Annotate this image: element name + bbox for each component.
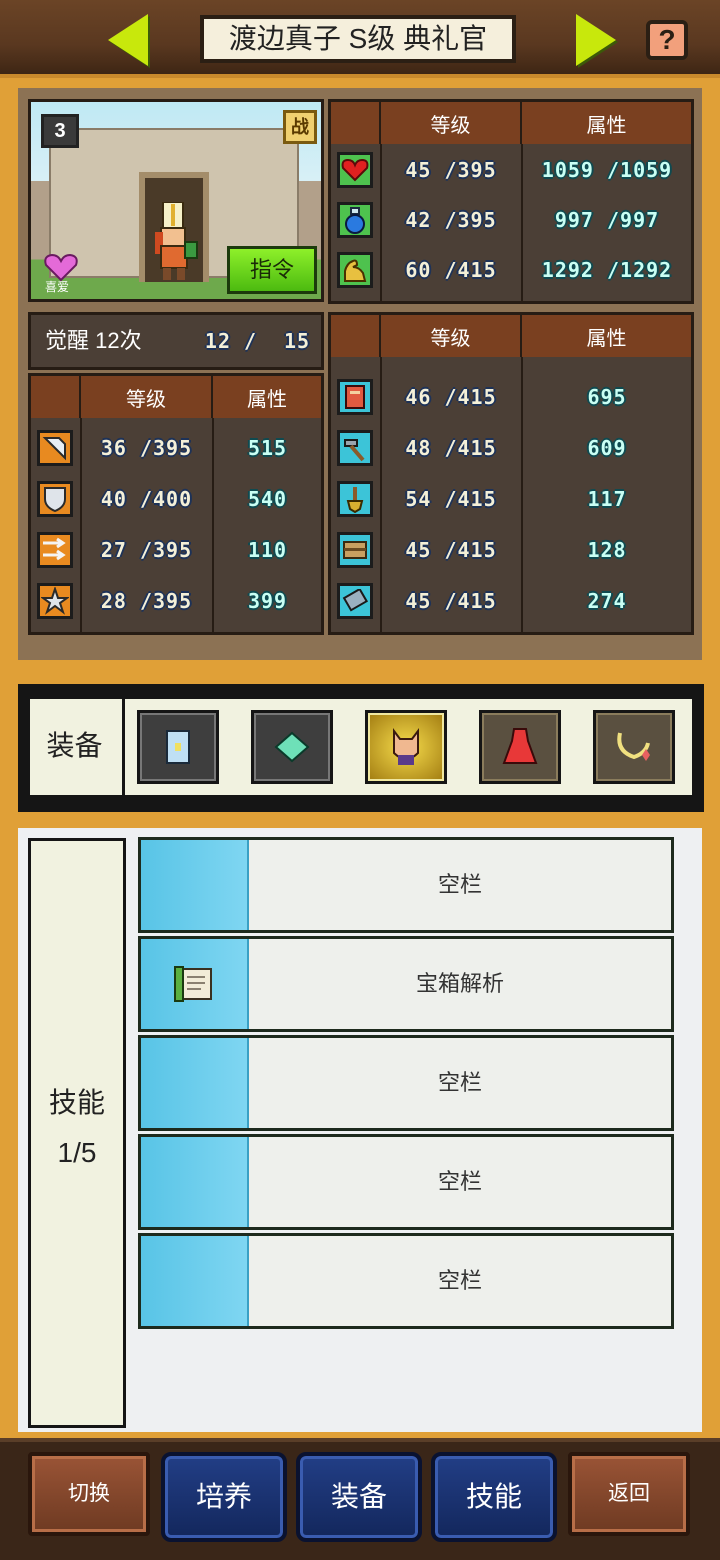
skill-name: 宝箱解析 [415, 971, 504, 996]
dress-item-icon [502, 728, 538, 764]
level-header: 等级 [81, 376, 213, 418]
stat-level: 45 /415 [405, 589, 497, 613]
stat-value: 1059 /1059 [541, 158, 673, 182]
skill-name: 空栏 [437, 1268, 482, 1293]
chest-icon [337, 532, 373, 568]
equip-slot-2[interactable] [251, 710, 333, 784]
skill-slot-1[interactable]: 空栏 [138, 837, 674, 933]
stat-value: 997 /997 [554, 208, 660, 232]
skill-icon-area [141, 840, 249, 930]
potion-icon [337, 202, 373, 238]
skill-button[interactable]: 技能 [431, 1452, 557, 1542]
level-header: 等级 [381, 315, 522, 357]
stat-value: 515 [247, 436, 288, 460]
back-button[interactable]: 返回 [568, 1452, 690, 1536]
skills-label: 技能 1/5 [28, 1078, 126, 1178]
skill-icon-area [141, 939, 249, 1029]
stat-level: 28 /395 [100, 589, 193, 613]
skill-name: 空栏 [437, 1169, 482, 1194]
speed-arrows-icon [37, 532, 73, 568]
skill-icon-area [141, 1137, 249, 1227]
gem-item-icon [274, 731, 310, 763]
equip-slot-1[interactable] [137, 710, 219, 784]
switch-button[interactable]: 切换 [28, 1452, 150, 1536]
stat-level: 42 /395 [405, 208, 497, 232]
command-button[interactable]: 指令 [227, 246, 317, 294]
favor-label: 喜爱 [45, 280, 70, 294]
equipment-label: 装备 [27, 696, 125, 798]
book-item-icon [166, 730, 190, 764]
hammer-icon [337, 430, 373, 466]
skills-count: 1/5 [57, 1137, 97, 1168]
stat-value: 695 [587, 385, 627, 409]
skill-slot-3[interactable]: 空栏 [138, 1035, 674, 1131]
work-stats-panel: 等级 属性 46 /415 695 48 /415 609 54 /415 11… [328, 312, 694, 635]
skill-slot-4[interactable]: 空栏 [138, 1134, 674, 1230]
next-character-arrow-icon[interactable] [576, 14, 616, 66]
stat-level: 45 /415 [405, 538, 497, 562]
stat-value: 110 [247, 538, 288, 562]
prev-character-arrow-icon[interactable] [108, 14, 148, 66]
necklace-item-icon [617, 732, 650, 761]
skill-slot-2[interactable]: 宝箱解析 [138, 936, 674, 1032]
stat-value: 399 [247, 589, 288, 613]
shovel-icon [337, 481, 373, 517]
skills-title: 技能 [48, 1087, 105, 1118]
stat-level: 36 /395 [100, 436, 193, 460]
star-icon [37, 583, 73, 619]
bicep-icon [337, 252, 373, 288]
stat-value: 117 [587, 487, 627, 511]
equip-slot-4[interactable] [479, 710, 561, 784]
awaken-max: 15 [283, 329, 311, 353]
attribute-header: 属性 [522, 102, 691, 144]
character-portrait: 3 战 喜爱 指令 [28, 99, 324, 302]
skill-icon-area [141, 1038, 249, 1128]
stat-value: 540 [247, 487, 288, 511]
help-button[interactable]: ? [646, 20, 688, 60]
skill-name: 空栏 [437, 1070, 482, 1095]
stat-level: 45 /395 [405, 158, 497, 182]
character-title: 渡边真子 S级 典礼官 [200, 15, 516, 63]
stat-value: 274 [587, 589, 627, 613]
shield-icon [37, 481, 73, 517]
attribute-header: 属性 [213, 376, 321, 418]
train-button[interactable]: 培养 [161, 1452, 287, 1542]
mask-item-icon [393, 728, 419, 765]
stat-level: 40 /400 [100, 487, 193, 511]
stat-level: 46 /415 [405, 385, 497, 409]
scroll-icon [337, 583, 373, 619]
awaken-panel: 觉醒 12次 12 / 15 [28, 312, 324, 370]
battle-badge: 战 [283, 110, 317, 144]
awaken-count: 12 / [204, 329, 258, 353]
stat-value: 1292 /1292 [541, 258, 673, 282]
skill-slot-5[interactable]: 空栏 [138, 1233, 674, 1329]
book-icon [337, 379, 373, 415]
equip-button[interactable]: 装备 [296, 1452, 422, 1542]
stat-level: 48 /415 [405, 436, 497, 460]
level-header: 等级 [381, 102, 522, 144]
combat-stats-panel: 等级 属性 36 /395 515 40 /400 540 27 /395 11… [28, 373, 324, 635]
stat-value: 128 [587, 538, 627, 562]
equip-slot-5[interactable] [593, 710, 675, 784]
stat-level: 54 /415 [405, 487, 497, 511]
vital-stats-panel: 等级 属性 45 /395 1059 /1059 42 /395 997 /99… [328, 99, 694, 304]
sword-icon [37, 430, 73, 466]
heart-icon [337, 152, 373, 188]
skill-name: 空栏 [437, 872, 482, 897]
rank-badge: 3 [41, 114, 79, 148]
character-sprite [155, 202, 198, 280]
equip-slot-3[interactable] [365, 710, 447, 784]
attribute-header: 属性 [522, 315, 691, 357]
stat-level: 60 /415 [405, 258, 497, 282]
skill-scroll-icon [174, 966, 212, 1002]
stat-value: 609 [587, 436, 627, 460]
stat-level: 27 /395 [100, 538, 193, 562]
awaken-label: 觉醒 12次 [45, 328, 142, 353]
skill-icon-area [141, 1236, 249, 1326]
